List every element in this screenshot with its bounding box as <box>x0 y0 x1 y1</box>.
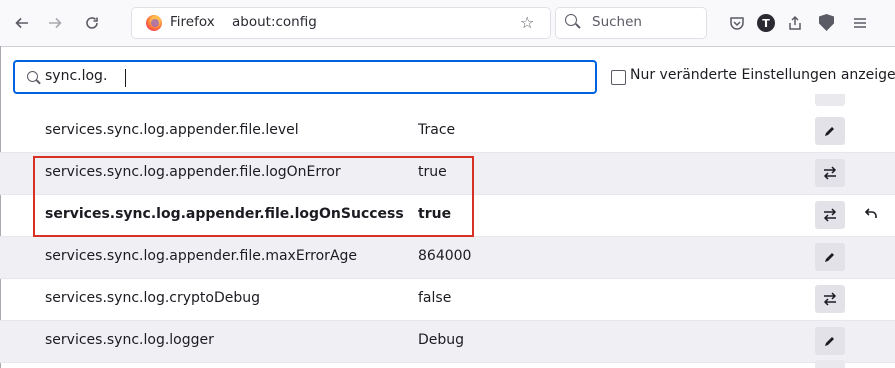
toggle-arrows-icon <box>823 292 837 306</box>
toggle-button[interactable] <box>815 159 845 187</box>
pref-name: services.sync.log.appender.file.maxError… <box>45 248 358 264</box>
pref-name: services.sync.log.logger <box>45 332 214 348</box>
reload-icon[interactable] <box>82 13 102 33</box>
filter-search-icon <box>27 71 38 82</box>
toggle-button[interactable] <box>815 201 845 229</box>
show-modified-label[interactable]: Nur veränderte Einstellungen anzeigen <box>630 67 895 83</box>
show-modified-checkbox[interactable] <box>611 70 626 85</box>
pref-value: false <box>418 290 452 306</box>
pref-name: services.sync.log.cryptoDebug <box>45 290 261 306</box>
toggle-arrows-icon <box>823 166 837 180</box>
pref-value: Debug <box>418 332 465 348</box>
share-icon[interactable] <box>785 13 805 33</box>
ublock-shield-icon[interactable] <box>819 14 834 31</box>
back-icon[interactable] <box>12 13 32 33</box>
search-bar[interactable]: Suchen <box>556 8 706 38</box>
browser-toolbar: Firefox about:config ☆ Suchen T <box>0 0 895 47</box>
prefs-table: services.sync.log.appender.file.level Tr… <box>0 111 895 363</box>
action-button-partial <box>815 94 845 106</box>
pref-row: services.sync.log.cryptoDebug false <box>0 279 895 321</box>
pencil-icon <box>825 127 834 136</box>
pref-name: services.sync.log.appender.file.level <box>45 122 299 138</box>
toggle-button[interactable] <box>815 285 845 313</box>
firefox-logo-icon <box>146 15 162 31</box>
edit-button[interactable] <box>815 243 845 271</box>
pencil-icon <box>825 337 834 346</box>
pref-row: services.sync.log.logger Debug <box>0 321 895 363</box>
url-bar[interactable]: Firefox about:config ☆ <box>132 8 550 38</box>
edit-button[interactable] <box>815 117 845 145</box>
filter-input[interactable] <box>45 68 545 84</box>
search-filter-box[interactable] <box>13 60 597 94</box>
profile-avatar[interactable]: T <box>757 14 775 32</box>
menu-icon[interactable] <box>850 13 870 33</box>
pref-row: services.sync.log.appender.file.maxError… <box>0 237 895 279</box>
forward-icon[interactable] <box>45 13 65 33</box>
edit-button[interactable] <box>815 327 845 355</box>
toggle-arrows-icon <box>823 208 837 222</box>
action-button-partial <box>815 360 845 368</box>
pocket-icon[interactable] <box>727 13 747 33</box>
pref-value: 864000 <box>418 248 472 264</box>
pref-value: Trace <box>418 122 456 138</box>
urlbar-brand-label: Firefox <box>170 14 215 30</box>
reset-icon[interactable] <box>862 206 878 226</box>
search-icon <box>565 14 577 26</box>
text-caret <box>125 69 126 87</box>
pencil-icon <box>825 253 834 262</box>
search-placeholder: Suchen <box>592 14 642 30</box>
url-text[interactable]: about:config <box>232 14 317 30</box>
bookmark-star-icon[interactable]: ☆ <box>520 13 534 32</box>
highlight-box <box>33 156 474 237</box>
pref-row: services.sync.log.appender.file.level Tr… <box>0 111 895 153</box>
